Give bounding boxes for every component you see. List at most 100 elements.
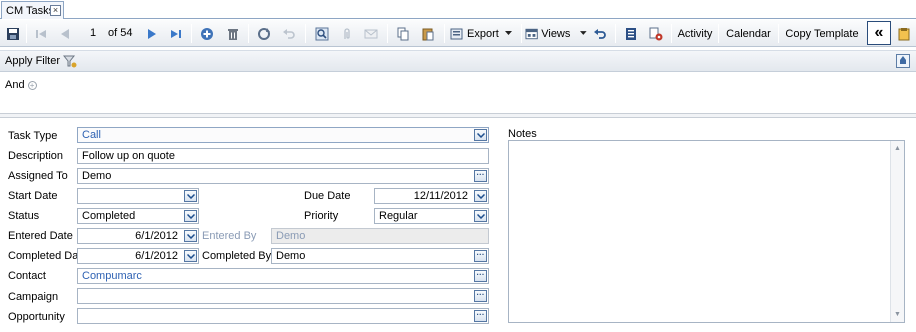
first-record-button[interactable] [32, 23, 50, 44]
undo-button[interactable] [591, 23, 609, 44]
views-button[interactable]: Views [525, 23, 587, 44]
opportunity-input[interactable]: ··· [77, 308, 489, 324]
scroll-down-icon[interactable]: ▼ [893, 310, 902, 319]
notes-scrollbar[interactable]: ▲ ▼ [890, 141, 904, 322]
assigned-to-value: Demo [82, 170, 112, 182]
apply-filter-button[interactable]: Apply Filter [5, 55, 60, 67]
copy-template-label: Copy Template [785, 27, 859, 40]
ellipsis-button[interactable]: ··· [474, 290, 487, 302]
toolbar-separator [305, 24, 306, 43]
chevron-down-icon[interactable] [184, 230, 197, 242]
collapse-icon: « [874, 24, 884, 41]
filter-and-label[interactable]: And [5, 79, 25, 91]
toolbar-separator [671, 24, 672, 43]
close-icon[interactable]: × [50, 5, 61, 16]
start-date-label: Start Date [8, 190, 58, 202]
ellipsis-button[interactable]: ··· [474, 250, 487, 262]
task-type-value: Call [82, 129, 101, 141]
note-button[interactable] [895, 23, 913, 44]
status-value: Completed [82, 210, 136, 222]
toolbar-separator [444, 24, 445, 43]
activity-button[interactable]: Activity [675, 23, 715, 44]
toolbar-separator [191, 24, 192, 43]
completed-by-input[interactable]: Demo ··· [271, 248, 489, 264]
contact-label: Contact [8, 270, 46, 282]
tab-cm-tasks[interactable]: CM Tasks × [1, 1, 64, 19]
filter-group-and: And + [5, 79, 37, 91]
paste-button[interactable] [419, 23, 437, 44]
assigned-to-input[interactable]: Demo ··· [77, 168, 489, 184]
notes-label: Notes [508, 128, 537, 140]
chevron-down-icon[interactable] [474, 190, 487, 202]
completed-date-label: Completed Date [8, 250, 88, 262]
toolbar: 1 of 54 Export Views Activity Calendar C… [0, 20, 916, 47]
chevron-down-icon[interactable] [184, 190, 197, 202]
splitter[interactable] [0, 113, 916, 118]
pager-total: of 54 [108, 27, 133, 39]
entered-by-label: Entered By [202, 230, 257, 242]
completed-date-input[interactable]: 6/1/2012 [77, 248, 199, 264]
filter-panel-toggle-icon[interactable] [896, 54, 910, 68]
due-date-label: Due Date [304, 190, 351, 202]
collapse-button[interactable]: « [867, 21, 891, 45]
completed-by-value: Demo [276, 250, 306, 262]
ellipsis-button[interactable]: ··· [474, 270, 487, 282]
description-input[interactable]: Follow up on quote [77, 148, 489, 164]
find-button[interactable] [313, 23, 331, 44]
entered-date-input[interactable]: 6/1/2012 [77, 228, 199, 244]
add-button[interactable] [198, 23, 216, 44]
toolbar-separator [718, 24, 719, 43]
list-button[interactable] [622, 23, 640, 44]
description-value: Follow up on quote [82, 150, 175, 162]
activity-label: Activity [677, 27, 713, 40]
task-type-label: Task Type [8, 130, 58, 142]
undo-disabled-button[interactable] [280, 23, 298, 44]
export-label: Export [467, 27, 499, 40]
campaign-input[interactable]: ··· [77, 288, 489, 304]
save-button[interactable] [4, 23, 22, 44]
ellipsis-button[interactable]: ··· [474, 170, 487, 182]
due-date-input[interactable]: 12/11/2012 [374, 188, 489, 204]
pager-current[interactable]: 1 [90, 27, 96, 39]
undo-icon [594, 28, 606, 39]
attach-icon [344, 27, 350, 39]
views-label: Views [541, 27, 571, 40]
refresh-icon [258, 27, 270, 40]
scroll-up-icon[interactable]: ▲ [893, 144, 902, 153]
note-icon [898, 27, 910, 40]
prev-record-icon [61, 28, 69, 39]
entered-by-value: Demo [276, 230, 306, 242]
add-condition-icon[interactable]: + [27, 80, 37, 90]
first-record-icon [36, 29, 46, 38]
export-button[interactable]: Export [450, 23, 518, 44]
contact-input[interactable]: Compumarc ··· [77, 268, 489, 284]
prev-record-button[interactable] [56, 23, 74, 44]
chevron-down-icon[interactable] [474, 129, 487, 141]
attach-button[interactable] [338, 23, 356, 44]
ellipsis-button[interactable]: ··· [474, 310, 487, 322]
start-date-input[interactable] [77, 188, 199, 204]
notes-textarea[interactable]: ▲ ▼ [508, 140, 905, 323]
chevron-down-icon[interactable] [474, 210, 487, 222]
copy-button[interactable] [394, 23, 412, 44]
list-icon [626, 27, 636, 40]
copy-template-button[interactable]: Copy Template [782, 23, 862, 44]
last-record-button[interactable] [167, 23, 185, 44]
settings-icon [649, 27, 663, 40]
due-date-value: 12/11/2012 [413, 190, 468, 202]
next-record-button[interactable] [143, 23, 161, 44]
priority-select[interactable]: Regular [374, 208, 489, 224]
chevron-down-icon[interactable] [184, 210, 197, 222]
filter-icon[interactable] [62, 54, 77, 71]
contact-value[interactable]: Compumarc [82, 270, 142, 282]
refresh-button[interactable] [255, 23, 273, 44]
status-select[interactable]: Completed [77, 208, 199, 224]
toolbar-separator [615, 24, 616, 43]
settings-button[interactable] [647, 23, 665, 44]
calendar-button[interactable]: Calendar [722, 23, 775, 44]
delete-button[interactable] [224, 23, 242, 44]
calendar-label: Calendar [726, 27, 771, 40]
chevron-down-icon[interactable] [184, 250, 197, 262]
email-button[interactable] [362, 23, 380, 44]
task-type-select[interactable]: Call [77, 127, 489, 143]
